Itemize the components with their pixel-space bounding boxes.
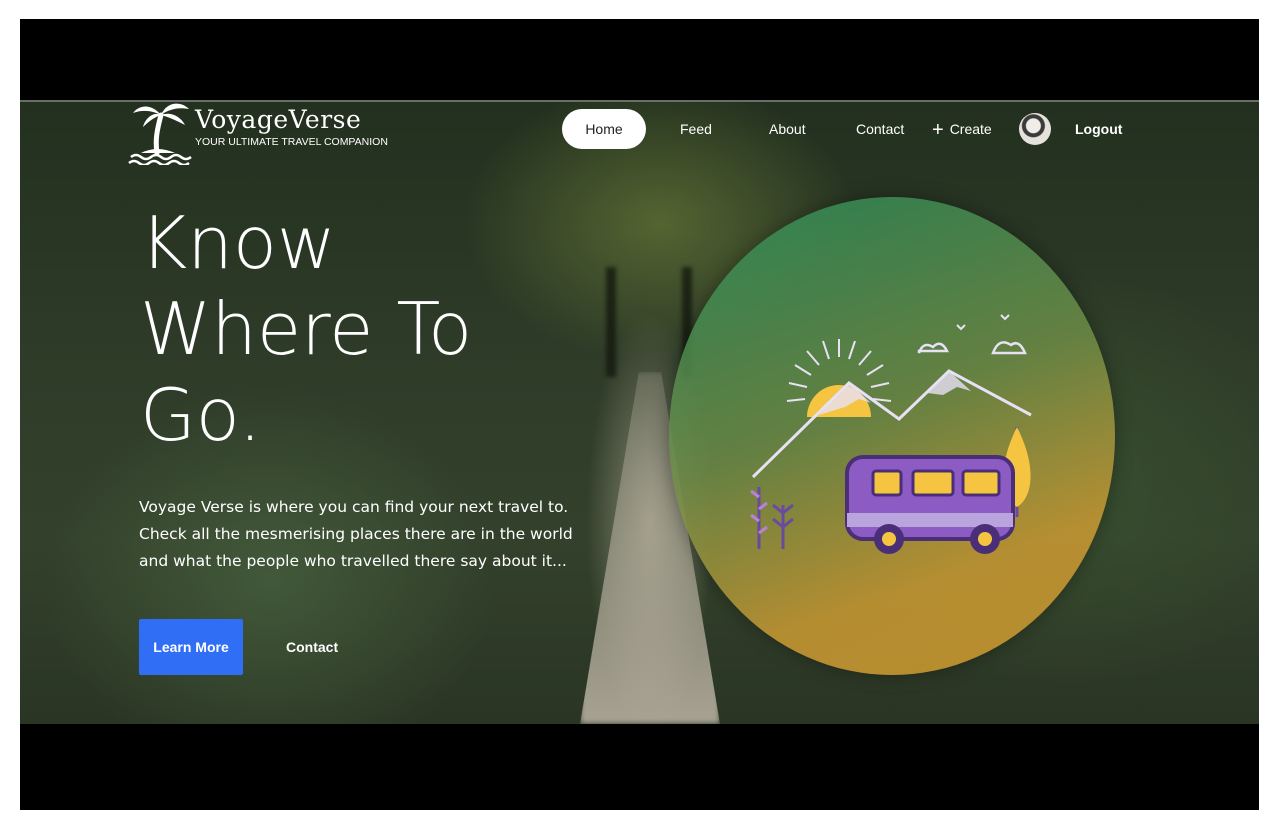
nav-contact[interactable]: Contact	[856, 109, 904, 149]
avatar[interactable]	[1019, 113, 1051, 145]
bridge-post-left	[606, 267, 616, 377]
plus-icon: +	[932, 119, 944, 141]
logo-title: VoyageVerse	[195, 105, 362, 134]
palm-tree-logo-icon	[128, 103, 192, 167]
description-line-1: Voyage Verse is where you can find your …	[139, 498, 569, 516]
contact-link[interactable]: Contact	[286, 619, 338, 675]
headline-line-2: Where To	[140, 287, 473, 371]
nav-home[interactable]: Home	[562, 109, 646, 149]
nav-create[interactable]: + Create	[932, 109, 992, 149]
hero-description: Voyage Verse is where you can find your …	[139, 494, 573, 575]
learn-more-button[interactable]: Learn More	[139, 619, 243, 675]
logo-subtitle: YOUR ULTIMATE TRAVEL COMPANION	[195, 136, 388, 148]
headline-line-1: Know	[140, 201, 336, 285]
nav-feed[interactable]: Feed	[680, 109, 712, 149]
hero-headline: Know Where To Go.	[140, 200, 472, 458]
nav-logout[interactable]: Logout	[1075, 109, 1122, 149]
hero-illustration-circle	[669, 197, 1115, 675]
nav-about[interactable]: About	[769, 109, 806, 149]
description-line-3: and what the people who travelled there …	[139, 552, 567, 570]
headline-line-3: Go.	[140, 373, 262, 457]
travel-van-illustration	[750, 314, 1032, 554]
description-line-2: Check all the mesmerising places there a…	[139, 525, 573, 543]
site-logo[interactable]: VoyageVerse YOUR ULTIMATE TRAVEL COMPANI…	[127, 95, 388, 167]
nav-create-label: Create	[949, 121, 992, 137]
